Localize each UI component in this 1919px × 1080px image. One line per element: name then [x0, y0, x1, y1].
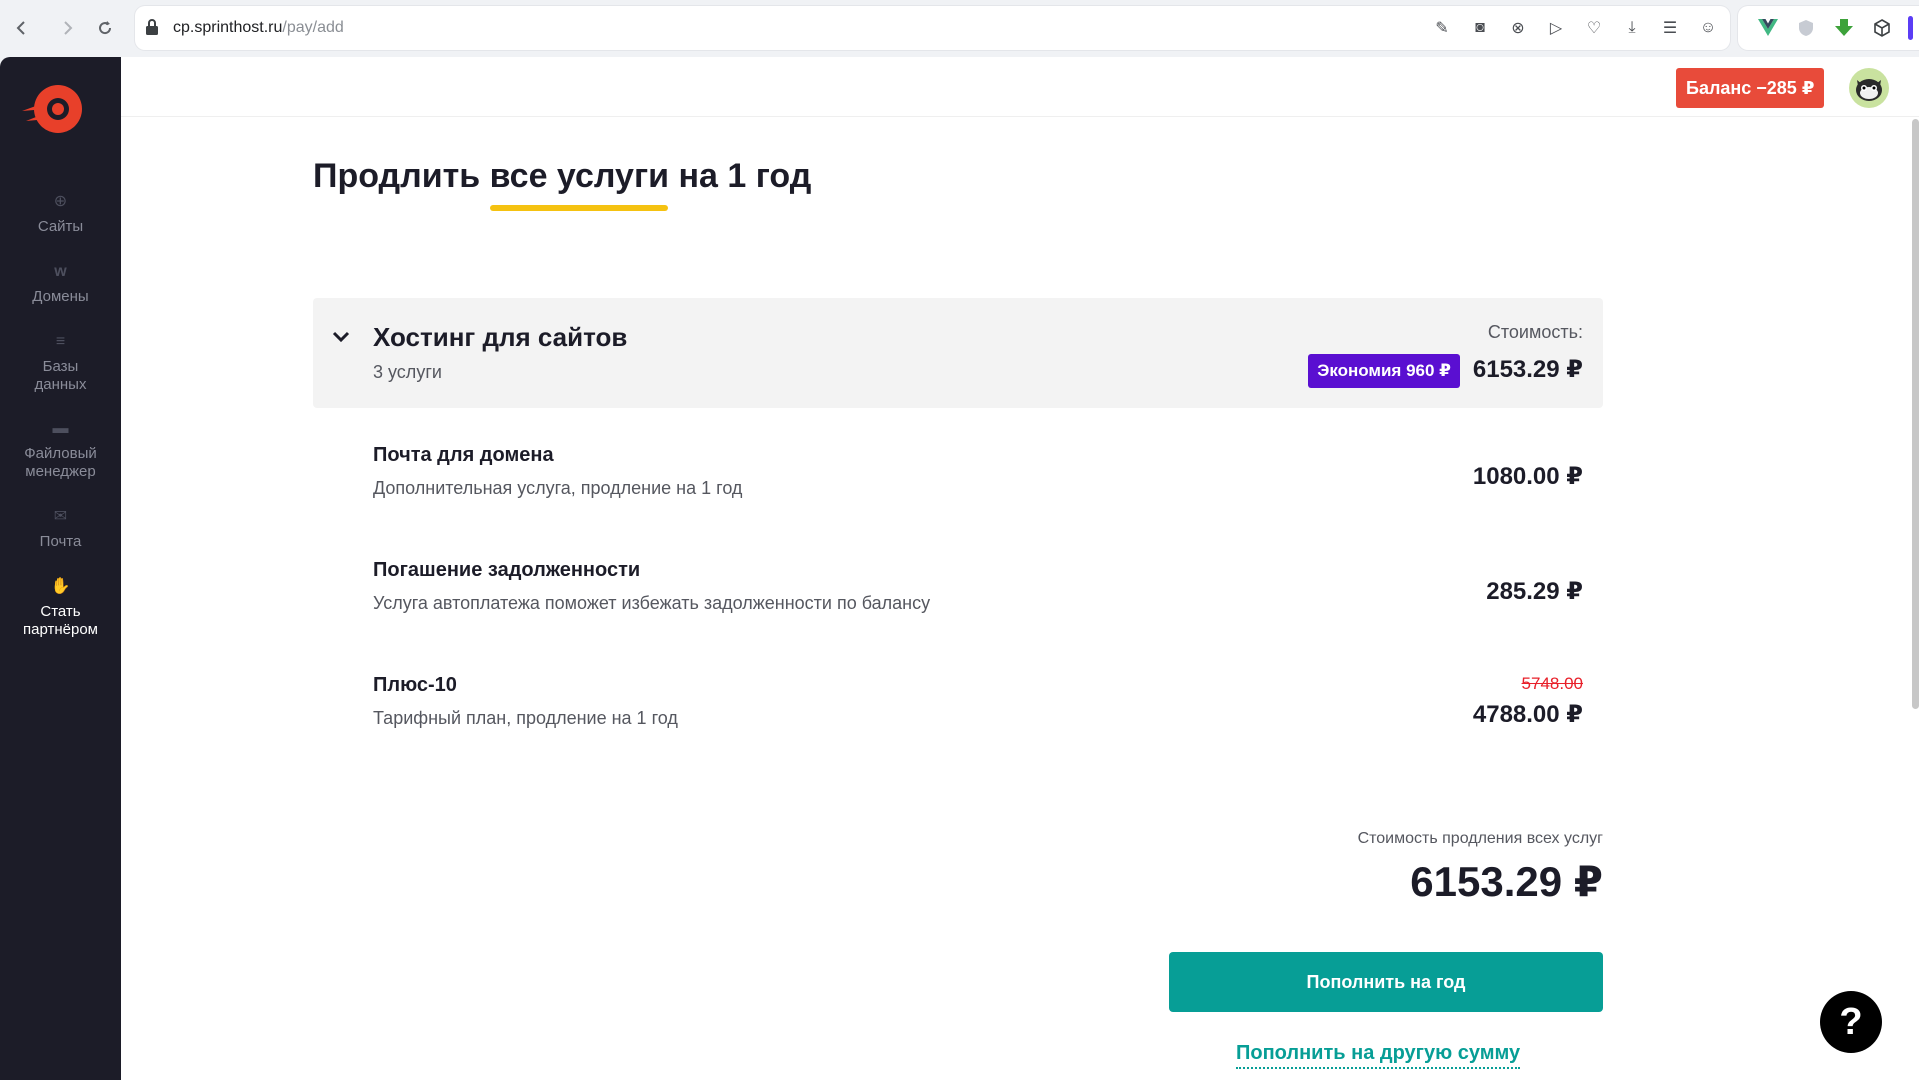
mail-icon: ✉ [53, 508, 68, 525]
vue-devtools-icon[interactable] [1758, 18, 1778, 38]
vpn-shield-icon[interactable] [1796, 18, 1816, 38]
domain-icon: w [54, 263, 67, 280]
service-price: 285.29 ₽ [1486, 578, 1583, 605]
edit-icon[interactable]: ✎ [1430, 16, 1454, 40]
url-text: cp.sprinthost.ru/pay/add [173, 19, 344, 37]
downloader-icon[interactable] [1834, 18, 1854, 38]
total-label: Стоимость продления всех услуг [1357, 830, 1603, 847]
page-scrollbar[interactable] [1912, 119, 1919, 709]
partner-icon: ✋ [50, 578, 71, 595]
profile-icon[interactable]: ☺ [1696, 16, 1720, 40]
service-desc: Услуга автоплатежа поможет избежать задо… [373, 593, 931, 613]
avatar[interactable] [1849, 68, 1889, 108]
service-item: Почта для домена Дополнительная услуга, … [373, 444, 1583, 514]
service-desc: Тарифный план, продление на 1 год [373, 708, 678, 728]
cost-label: Стоимость: [1487, 322, 1583, 342]
sidebar-item-label: Стать партнёром [23, 603, 98, 638]
page-title: Продлить все услуги на 1 год [313, 157, 812, 195]
url-path: /pay/add [282, 19, 344, 36]
address-bar-actions: ✎ ◙ ⊗ ▷ ♡ ⤓ ☰ ☺ [1430, 16, 1720, 40]
sidebar-item-label: Домены [32, 288, 89, 305]
extensions-bar [1738, 6, 1919, 50]
heart-icon[interactable]: ♡ [1582, 16, 1606, 40]
saving-badge: Экономия 960 ₽ [1308, 354, 1460, 388]
service-price: 1080.00 ₽ [1472, 463, 1583, 490]
group-subtitle: 3 услуги [373, 362, 442, 382]
sidebar-item-sites[interactable]: ⊕ Сайты [0, 192, 121, 236]
profile-accent-bar [1908, 16, 1913, 40]
sidebar-item-mail[interactable]: ✉ Почта [0, 507, 121, 551]
sprinthost-logo[interactable] [20, 81, 86, 137]
top-bar: Баланс −285 ₽ [121, 57, 1919, 117]
chevron-down-icon[interactable] [331, 324, 351, 350]
sidebar-item-file-manager[interactable]: ▬ Файловый менеджер [0, 419, 121, 481]
sidebar-item-label: Файловый менеджер [24, 445, 97, 480]
group-title: Хостинг для сайтов [373, 322, 628, 352]
forward-icon[interactable] [51, 12, 83, 44]
help-button[interactable]: ? [1820, 991, 1882, 1053]
sidebar-item-databases[interactable]: ≡ Базы данных [0, 332, 121, 394]
pay-other-amount-link[interactable]: Пополнить на другую сумму [1236, 1042, 1521, 1069]
service-old-price: 5748.00 [1521, 674, 1583, 693]
sidebar: ⊕ Сайты w Домены ≡ Базы данных ▬ Файловы… [0, 57, 121, 1080]
camera-icon[interactable]: ◙ [1468, 16, 1492, 40]
extensions-puzzle-icon[interactable] [1872, 18, 1892, 38]
folder-icon: ▬ [52, 420, 69, 437]
pay-year-button[interactable]: Пополнить на год [1169, 952, 1603, 1012]
settings-sliders-icon[interactable]: ☰ [1658, 16, 1682, 40]
hosting-group-header[interactable]: Хостинг для сайтов 3 услуги Стоимость: Э… [313, 298, 1603, 408]
database-icon: ≡ [55, 333, 66, 350]
sidebar-item-partner[interactable]: ✋ Стать партнёром [0, 577, 121, 639]
download-icon[interactable]: ⤓ [1620, 16, 1644, 40]
main-content: Баланс −285 ₽ Продлить все услуги на 1 г… [121, 57, 1919, 1080]
service-desc: Дополнительная услуга, продление на 1 го… [373, 478, 743, 498]
address-bar[interactable]: cp.sprinthost.ru/pay/add ✎ ◙ ⊗ ▷ ♡ ⤓ ☰ ☺ [135, 6, 1730, 50]
shield-icon[interactable]: ⊗ [1506, 16, 1530, 40]
title-underline [490, 205, 668, 211]
service-name: Погашение задолженности [373, 559, 641, 581]
service-name: Плюс-10 [373, 674, 457, 696]
play-icon[interactable]: ▷ [1544, 16, 1568, 40]
url-domain: cp.sprinthost.ru [173, 19, 283, 36]
service-item: Погашение задолженности Услуга автоплате… [373, 559, 1583, 629]
reload-icon[interactable] [89, 12, 121, 44]
service-item: Плюс-10 Тарифный план, продление на 1 го… [373, 674, 1583, 744]
sidebar-item-label: Сайты [37, 218, 84, 235]
total-sum: 6153.29 ₽ [1410, 858, 1603, 905]
sidebar-item-label: Базы данных [34, 358, 87, 393]
sidebar-item-label: Почта [39, 533, 82, 550]
balance-badge[interactable]: Баланс −285 ₽ [1676, 68, 1825, 108]
back-icon[interactable] [6, 12, 38, 44]
service-name: Почта для домена [373, 444, 554, 466]
lock-icon [145, 18, 163, 36]
globe-icon: ⊕ [53, 193, 68, 210]
service-price: 4788.00 ₽ [1472, 701, 1583, 728]
group-price: 6153.29 ₽ [1472, 356, 1583, 383]
browser-chrome: cp.sprinthost.ru/pay/add ✎ ◙ ⊗ ▷ ♡ ⤓ ☰ ☺ [0, 0, 1919, 57]
sidebar-item-domains[interactable]: w Домены [0, 262, 121, 306]
